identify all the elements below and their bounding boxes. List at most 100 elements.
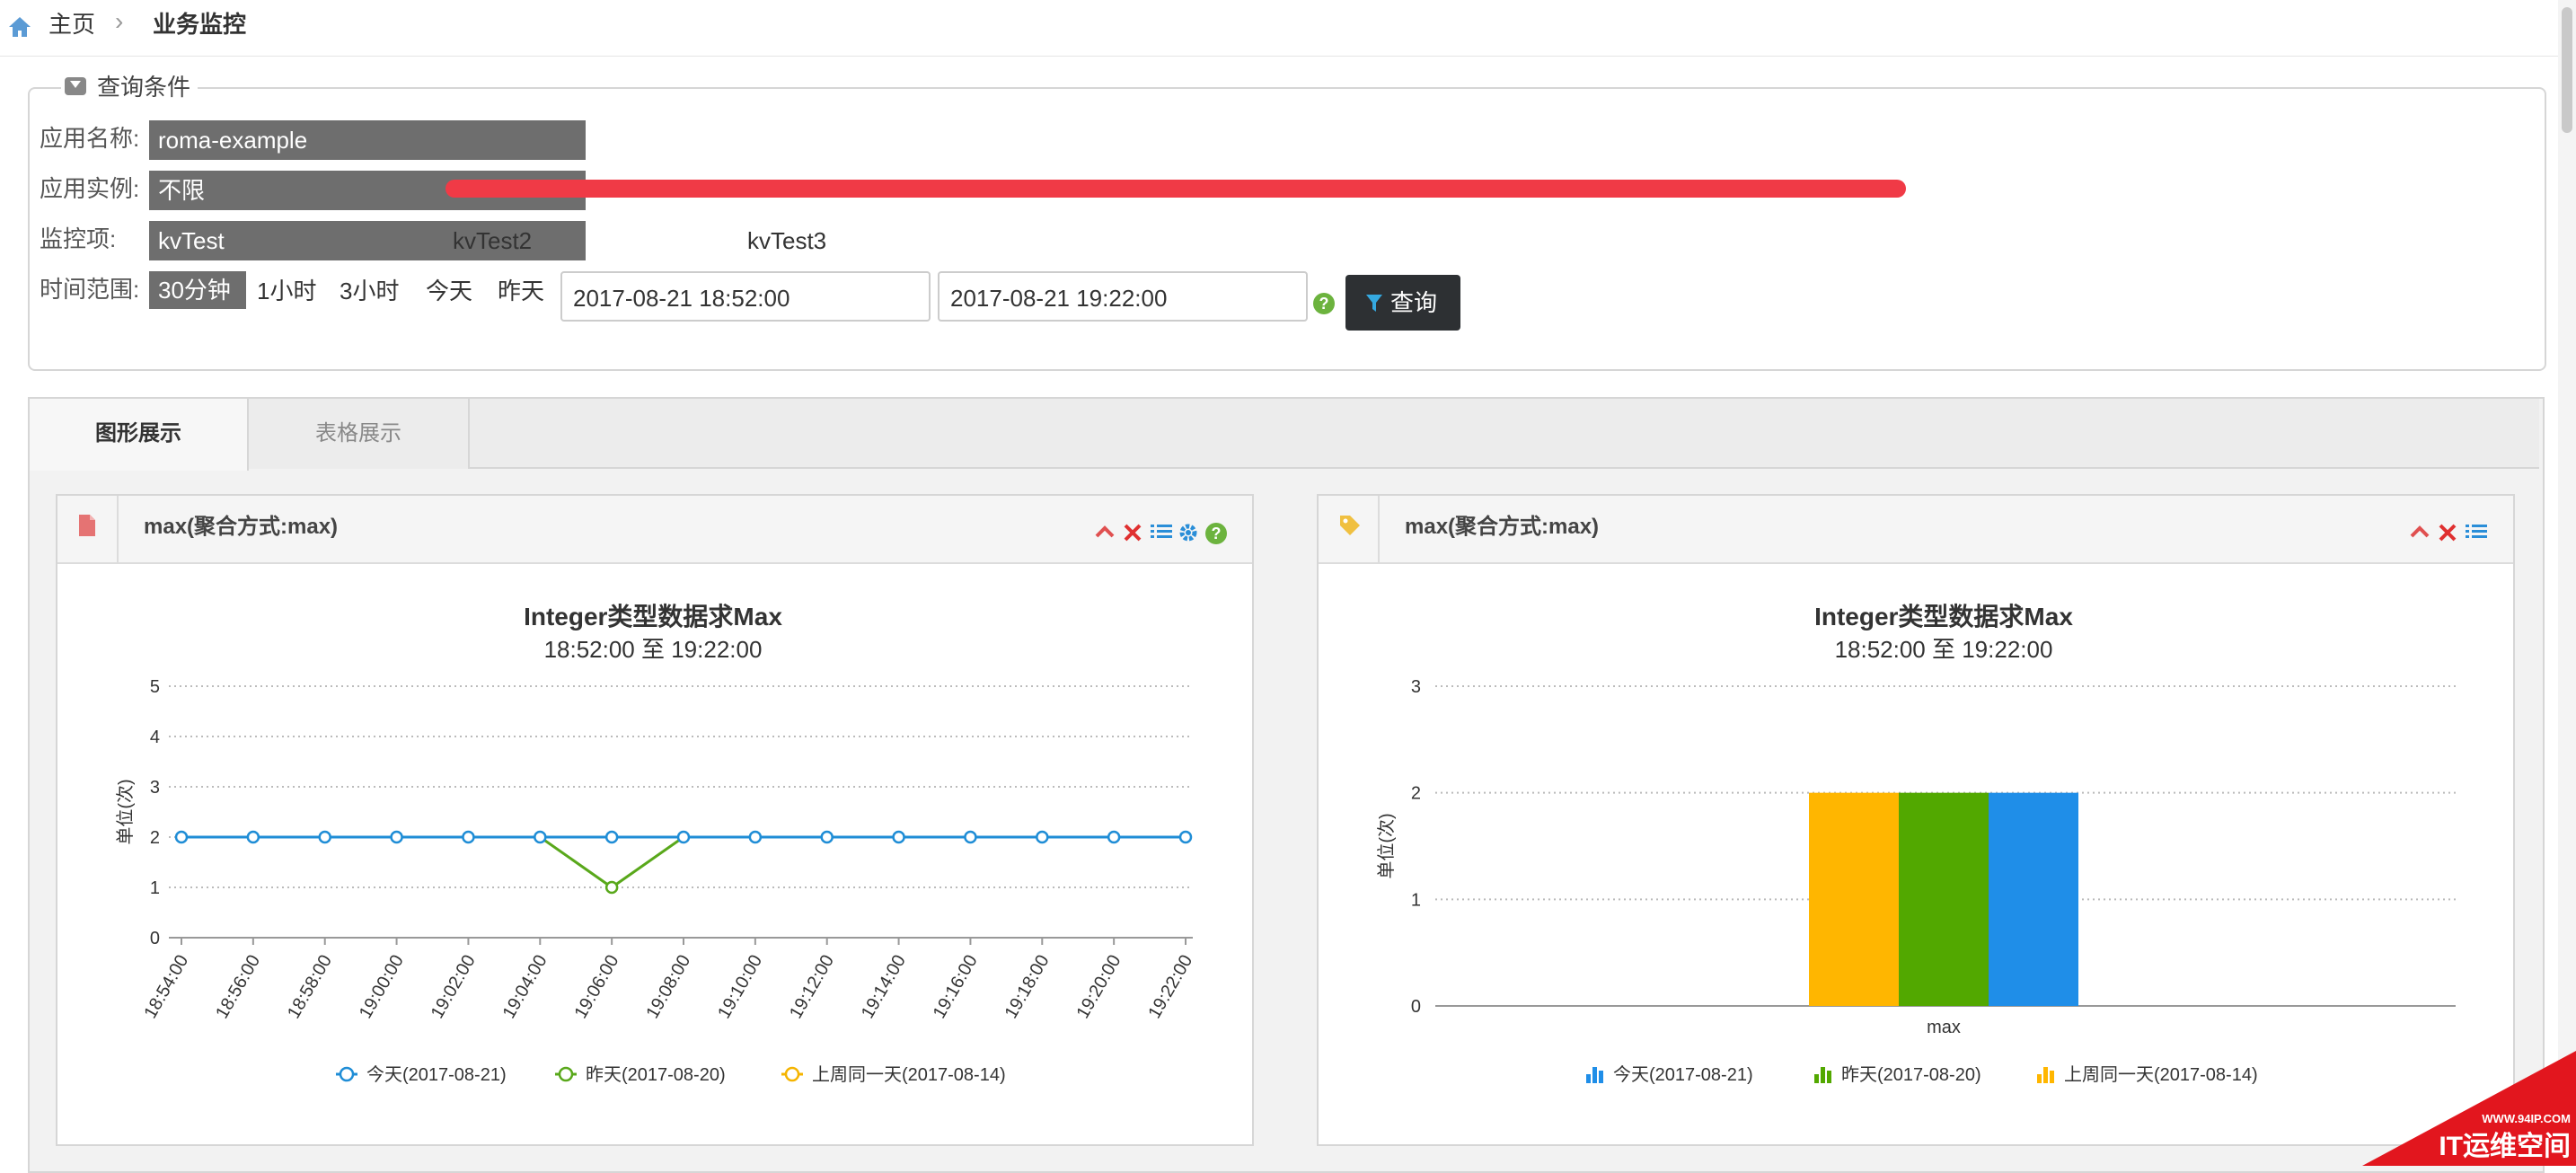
legend-marker: [339, 1066, 355, 1082]
x-tick-label: 18:54:00: [140, 952, 192, 1022]
query-button[interactable]: 查询: [1345, 275, 1460, 331]
legend-item: 今天(2017-08-21): [1613, 1064, 1753, 1085]
file-icon: [79, 515, 95, 536]
chart-card-right-title: max(聚合方式:max): [1405, 515, 1600, 539]
redacted-instances: [446, 180, 1906, 198]
bar: [1899, 792, 1989, 1006]
filter-icon: [1366, 295, 1382, 312]
bar: [1809, 792, 1899, 1006]
data-point: [1178, 830, 1193, 844]
x-tick-label: 19:06:00: [570, 952, 622, 1022]
y-axis-label: 单位(次): [1376, 813, 1397, 878]
tab-chart-view[interactable]: 图形展示: [30, 399, 249, 471]
legend-item: 昨天(2017-08-20): [586, 1064, 726, 1085]
home-icon[interactable]: [7, 14, 32, 40]
x-tick-label: 19:02:00: [428, 952, 480, 1022]
data-point: [964, 830, 977, 844]
x-tick-label: 19:20:00: [1072, 952, 1125, 1022]
close-icon[interactable]: [1123, 523, 1142, 542]
y-tick-label: 5: [150, 677, 160, 697]
x-tick-label: 18:56:00: [212, 952, 264, 1022]
x-tick-label: max: [1927, 1018, 1961, 1037]
legend-swatch: [1586, 1074, 1591, 1083]
x-tick-label: 19:04:00: [499, 952, 551, 1022]
card-help-icon[interactable]: ?: [1205, 523, 1227, 544]
x-tick-label: 19:14:00: [858, 952, 910, 1022]
x-tick-label: 19:08:00: [642, 952, 694, 1022]
time-option-yesterday[interactable]: 昨天: [498, 273, 544, 309]
query-button-label: 查询: [1390, 289, 1438, 316]
chart-title: Integer类型数据求Max: [1814, 603, 2073, 631]
x-tick-label: 18:58:00: [284, 952, 336, 1022]
data-point: [604, 880, 619, 895]
time-option-1h[interactable]: 1小时: [257, 273, 316, 309]
query-legend[interactable]: 查询条件: [61, 72, 198, 102]
data-point: [1107, 830, 1121, 844]
time-option-3h[interactable]: 3小时: [340, 273, 399, 309]
chart-subtitle: 18:52:00 至 19:22:00: [1835, 636, 2053, 663]
y-tick-label: 2: [150, 828, 160, 848]
legend-swatch: [1821, 1067, 1825, 1083]
list-icon[interactable]: [1150, 523, 1173, 542]
x-tick-label: 19:22:00: [1144, 952, 1196, 1022]
bar-chart: Integer类型数据求Max 18:52:00 至 19:22:00 0 1 2 3 单位…: [1376, 603, 2456, 1085]
time-option-today[interactable]: 今天: [426, 273, 472, 309]
gear-icon[interactable]: [1178, 523, 1198, 542]
y-axis-label: 单位(次): [115, 779, 136, 844]
start-time-input[interactable]: 2017-08-21 18:52:00: [560, 271, 931, 322]
chart-title: Integer类型数据求Max: [524, 603, 782, 631]
data-point: [246, 830, 260, 844]
legend-swatch: [1814, 1074, 1819, 1083]
series-line: [181, 835, 1186, 889]
header-divider: [1378, 496, 1380, 562]
y-tick-label: 1: [1411, 890, 1421, 910]
line-chart-area: Integer类型数据求Max 18:52:00 至 19:22:00 0 1 2 3 4 5…: [84, 586, 1222, 1123]
legend-item: 上周同一天(2017-08-14): [2064, 1064, 2258, 1085]
monitor-item-kvtest2[interactable]: kvTest2: [453, 223, 532, 259]
watermark-url: WWW.94IP.COM: [2482, 1112, 2571, 1125]
header-divider: [117, 496, 119, 562]
query-legend-label: 查询条件: [97, 74, 191, 101]
legend-swatch: [1599, 1071, 1603, 1083]
y-tick-label: 3: [150, 778, 160, 798]
data-point: [318, 830, 331, 844]
legend-swatch: [2043, 1067, 2048, 1083]
data-point: [174, 830, 189, 844]
monitor-label: 监控项:: [40, 225, 117, 252]
y-tick-label: 0: [1411, 997, 1421, 1017]
y-tick-label: 2: [1411, 784, 1421, 804]
caret-down-icon: [70, 81, 81, 88]
time-option-30min[interactable]: 30分钟: [149, 271, 246, 309]
chart-subtitle: 18:52:00 至 19:22:00: [544, 636, 763, 663]
data-point: [676, 830, 691, 844]
y-tick-label: 0: [150, 929, 160, 948]
data-point: [820, 830, 834, 844]
y-tick-label: 4: [150, 728, 160, 747]
list-icon[interactable]: [2465, 523, 2488, 542]
breadcrumb: 主页 › 业务监控: [0, 0, 2576, 57]
collapse-up-icon[interactable]: [2409, 525, 2430, 539]
monitor-item-kvtest3[interactable]: kvTest3: [747, 223, 826, 259]
bar: [1989, 792, 2078, 1006]
tab-table-view[interactable]: 表格展示: [249, 399, 470, 469]
page-scrollbar[interactable]: [2558, 0, 2576, 1166]
end-time-input[interactable]: 2017-08-21 19:22:00: [938, 271, 1308, 322]
y-tick-label: 1: [150, 878, 160, 898]
breadcrumb-home-link[interactable]: 主页: [49, 9, 95, 40]
x-tick-label: 19:12:00: [786, 952, 838, 1022]
app-name-select[interactable]: roma-example: [149, 120, 586, 160]
collapse-up-icon[interactable]: [1094, 525, 1116, 539]
legend-marker: [784, 1066, 800, 1082]
legend-marker: [558, 1066, 574, 1082]
data-point: [604, 830, 619, 844]
x-tick-label: 19:00:00: [356, 952, 408, 1022]
help-icon[interactable]: ?: [1313, 293, 1335, 314]
scrollbar-thumb[interactable]: [2562, 7, 2572, 133]
time-range-label: 时间范围:: [40, 276, 140, 303]
legend-swatch: [2037, 1074, 2042, 1083]
x-tick-label: 19:10:00: [714, 952, 766, 1022]
app-name-label: 应用名称:: [40, 125, 140, 152]
close-icon[interactable]: [2438, 523, 2457, 542]
data-point: [1036, 830, 1049, 844]
x-tick-label: 19:16:00: [930, 952, 982, 1022]
